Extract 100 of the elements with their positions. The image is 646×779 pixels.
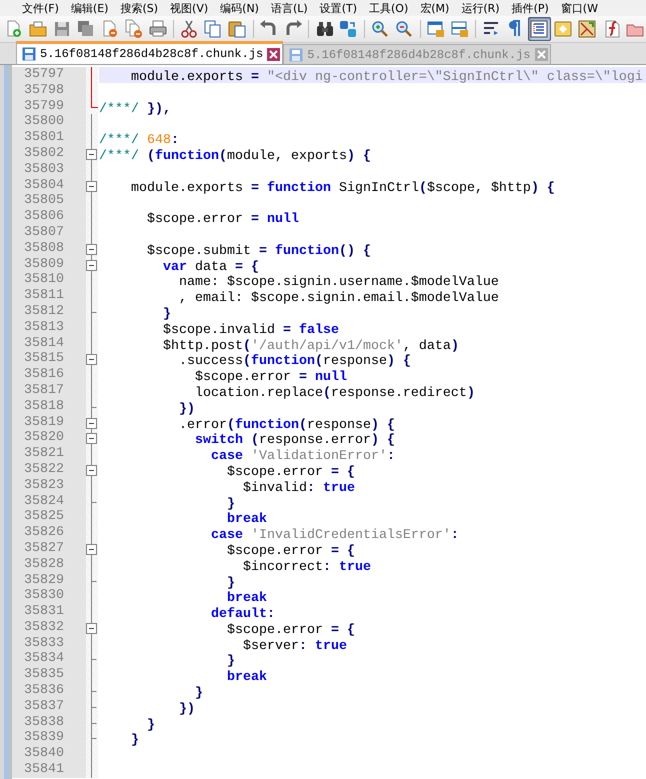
fold-toggle[interactable] — [86, 620, 98, 636]
fold-toggle[interactable] — [86, 540, 98, 557]
line-number: 35811 — [12, 288, 86, 304]
fold-toggle[interactable] — [86, 178, 98, 194]
line-number: 35823 — [12, 478, 86, 494]
menu-item[interactable]: 文件(F) — [22, 0, 59, 16]
zoom-in-icon — [370, 19, 390, 39]
line-number: 35806 — [12, 209, 86, 225]
code-line: } — [194, 686, 203, 702]
line-number: 35831 — [12, 604, 86, 620]
code-line: $server: true — [242, 638, 347, 654]
code-line: }) — [178, 402, 195, 417]
menu-item[interactable]: 编码(N) — [220, 0, 259, 16]
fold-toggle[interactable] — [86, 462, 98, 478]
code-line: .success(function(response) { — [178, 354, 411, 370]
menu-item[interactable]: 工具(O) — [369, 0, 408, 16]
fold-toggle[interactable] — [86, 146, 98, 162]
line-number: 35822 — [12, 462, 86, 478]
line-number: 35835 — [12, 667, 86, 684]
toolbar-button[interactable] — [528, 17, 551, 41]
code-line: /***/ }), — [99, 102, 171, 117]
line-number: 35801 — [12, 130, 86, 146]
line-number: 35833 — [12, 636, 86, 652]
code-line: var data = { — [162, 260, 259, 275]
code-line: }) — [178, 702, 195, 717]
change-bar-end — [91, 98, 98, 108]
code-line: name: $scope.signin.username.$modelValue — [178, 275, 499, 290]
line-number: 35804 — [12, 178, 86, 194]
copy-icon — [203, 19, 224, 39]
menu-item[interactable]: 语言(L) — [270, 0, 308, 16]
line-number: 35805 — [12, 193, 86, 210]
line-number: 35824 — [12, 494, 86, 510]
code-line: case 'ValidationError': — [210, 449, 395, 464]
code-line: location.replace(response.redirect) — [194, 386, 475, 401]
code-line: break — [226, 591, 267, 606]
replace-icon — [338, 19, 358, 39]
document-map-icon — [577, 19, 598, 39]
line-number: 35815 — [12, 351, 86, 368]
menu-item[interactable]: 宏(M) — [420, 0, 450, 16]
line-number: 35802 — [12, 146, 86, 162]
menu-item[interactable]: 运行(R) — [461, 0, 500, 16]
menu-item[interactable]: 视图(V) — [170, 0, 208, 16]
line-number: 35798 — [12, 82, 86, 99]
close-icon[interactable] — [267, 48, 280, 60]
code-line: /***/ (function(module, exports) { — [99, 148, 371, 164]
menu-item[interactable]: 设置(T) — [320, 0, 357, 16]
line-number: 35841 — [12, 762, 86, 778]
line-number: 35817 — [12, 382, 86, 399]
fold-toggle[interactable] — [86, 414, 98, 431]
code-line: $incorrect: true — [242, 560, 371, 575]
file-tab[interactable]: 5.16f08148f286d4b28c8f.chunk.js — [16, 41, 284, 64]
code-line: $scope.submit = function() { — [146, 244, 371, 259]
code-line: break — [226, 670, 267, 686]
code-line: break — [226, 512, 267, 528]
save-icon — [289, 48, 304, 62]
line-number: 35799 — [12, 98, 86, 114]
code-line: $scope.error = null — [194, 370, 347, 386]
line-number: 35827 — [12, 540, 86, 557]
line-number: 35808 — [12, 240, 86, 257]
code-line: $scope.error = { — [226, 464, 355, 480]
line-number: 35832 — [12, 620, 86, 636]
code-line: /***/ 648: — [99, 133, 179, 148]
line-number: 35812 — [12, 304, 86, 320]
line-number: 35818 — [12, 398, 86, 415]
code-line: $scope.invalid = false — [162, 322, 339, 338]
line-number: 35838 — [12, 714, 86, 730]
close-all-icon — [124, 19, 144, 39]
menu-item[interactable]: 窗口(W — [560, 0, 598, 16]
line-number: 35826 — [12, 525, 86, 541]
save-all-icon — [76, 19, 96, 39]
line-number: 35820 — [12, 430, 86, 446]
code-line: case 'InvalidCredentialsError': — [210, 528, 459, 544]
menu-item[interactable]: 插件(P) — [512, 0, 549, 16]
fold-toggle[interactable] — [86, 351, 98, 368]
fold-toggle[interactable] — [86, 256, 98, 273]
indent-guide-icon — [529, 19, 550, 39]
code-line: } — [226, 654, 235, 670]
line-number: 35803 — [12, 162, 86, 178]
code-line: } — [162, 306, 171, 322]
line-number: 35797 — [12, 67, 86, 83]
paste-icon — [227, 19, 248, 39]
fold-toggle[interactable] — [86, 240, 98, 257]
line-number: 35814 — [12, 336, 86, 352]
menu-item[interactable]: 编辑(E) — [70, 0, 108, 16]
cut-icon — [179, 19, 200, 39]
code-line: $scope.error = { — [226, 544, 355, 559]
line-number: 35807 — [12, 224, 86, 241]
code-line: } — [226, 576, 235, 590]
folder-icon — [28, 19, 48, 39]
line-number: 35829 — [12, 572, 86, 588]
line-number: 35836 — [12, 683, 86, 699]
save-icon — [22, 47, 36, 61]
fold-toggle[interactable] — [86, 430, 98, 446]
code-line: switch (response.error) { — [194, 433, 395, 448]
binoculars-icon — [314, 19, 335, 39]
window-lock-icon — [450, 19, 470, 39]
line-number: 35813 — [12, 320, 86, 336]
menu-item[interactable]: 搜索(S) — [120, 0, 158, 16]
line-number: 35821 — [12, 446, 86, 462]
line-number: 35837 — [12, 698, 86, 715]
